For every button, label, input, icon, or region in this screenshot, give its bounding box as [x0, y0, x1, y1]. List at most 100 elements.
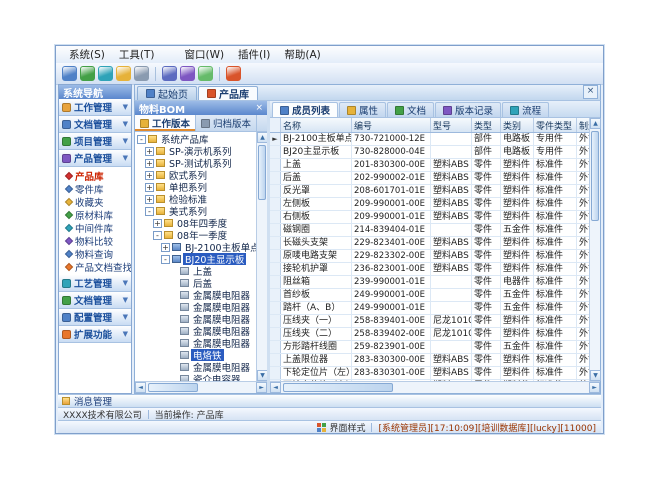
column-header-7[interactable]: 制造方式 — [577, 118, 589, 132]
table-row[interactable]: 反光罩208-601701-01E塑料ABS零件塑料件标准件外协条 — [270, 185, 589, 198]
ui-style-label[interactable]: 界面样式 — [329, 421, 365, 434]
scroll-right-icon[interactable]: ► — [256, 382, 267, 393]
expand-toggle-icon[interactable]: + — [145, 171, 154, 180]
nav-item-raw-material-library[interactable]: 原材料库 — [59, 208, 131, 221]
table-row[interactable]: 长磁头支架229-823401-00E塑料ABS零件塑料件标准件外协条 — [270, 237, 589, 250]
column-header-3[interactable]: 型号 — [431, 118, 472, 132]
tree-node[interactable]: 金属膜电阻器 — [135, 361, 256, 373]
column-header-1[interactable]: 名称 — [281, 118, 352, 132]
nav-section-document-management[interactable]: 文档管理▼ — [59, 116, 131, 133]
help-icon[interactable] — [198, 66, 213, 81]
table-row[interactable]: 压线夹（一）258-839401-00E尼龙1010零件塑料件标准件外协条 — [270, 315, 589, 328]
menu-help[interactable]: 帮助(A) — [277, 46, 327, 63]
tree-vertical-scrollbar[interactable]: ▲ ▼ — [256, 132, 267, 381]
table-row[interactable]: 左侧板209-990001-00E塑料ABS零件塑料件标准件外协条 — [270, 198, 589, 211]
nav-section-process-management[interactable]: 工艺管理▼ — [59, 275, 131, 292]
nav-section-extensions[interactable]: 扩展功能▼ — [59, 326, 131, 343]
search-icon[interactable] — [98, 66, 113, 81]
expand-toggle-icon[interactable]: + — [161, 243, 170, 252]
tab-version-history[interactable]: 版本记录 — [435, 102, 501, 117]
tree-node[interactable]: -BJ20主显示板 — [135, 253, 256, 265]
table-row[interactable]: ►BJ-2100主板单点730-721000-12E部件电路板专用件外协颗 — [270, 133, 589, 146]
collapse-toggle-icon[interactable]: - — [161, 255, 170, 264]
scroll-track[interactable] — [146, 382, 256, 393]
nav-item-product-document-search[interactable]: 产品文档查找 — [59, 260, 131, 273]
tree-node[interactable]: 金属膜电阻器 — [135, 289, 256, 301]
tree-node[interactable]: +BJ-2100主板单点 — [135, 241, 256, 253]
menu-plugins[interactable]: 插件(I) — [231, 46, 277, 63]
table-row[interactable]: 上盖201-830300-00E塑料ABS零件塑料件标准件外协条 — [270, 159, 589, 172]
nav-section-product-management[interactable]: 产品管理▼ — [59, 150, 131, 167]
tree-node[interactable]: 金属膜电阻器 — [135, 325, 256, 337]
exit-icon[interactable] — [226, 66, 241, 81]
table-row[interactable]: 阻丝箱239-990001-01E零件电器件标准件外协条 — [270, 276, 589, 289]
expand-toggle-icon[interactable]: + — [145, 159, 154, 168]
tree-node[interactable]: +检验标准 — [135, 193, 256, 205]
table-row[interactable]: 踏杆（A、B）249-990001-01E零件五金件标准件外协条 — [270, 302, 589, 315]
tree-node[interactable]: 金属膜电阻器 — [135, 313, 256, 325]
close-tab-button[interactable]: × — [583, 85, 598, 99]
table-row[interactable]: 右侧板209-990001-01E塑料ABS零件塑料件标准件外协条 — [270, 211, 589, 224]
scroll-thumb[interactable] — [258, 145, 266, 200]
tree-node[interactable]: -08年一季度 — [135, 229, 256, 241]
tree-node[interactable]: +单把系列 — [135, 181, 256, 193]
home-icon[interactable] — [62, 66, 77, 81]
tree-node[interactable]: +欧式系列 — [135, 169, 256, 181]
expand-toggle-icon[interactable]: + — [145, 195, 154, 204]
nav-section-configuration-management[interactable]: 配置管理▼ — [59, 309, 131, 326]
nav-item-intermediate-library[interactable]: 中间件库 — [59, 221, 131, 234]
tab-workflow[interactable]: 流程 — [502, 102, 549, 117]
tree-node[interactable]: 上盖 — [135, 265, 256, 277]
nav-item-material-query[interactable]: 物料查询 — [59, 247, 131, 260]
expand-toggle-icon[interactable]: + — [145, 183, 154, 192]
scroll-up-icon[interactable]: ▲ — [590, 118, 601, 129]
scroll-track[interactable] — [257, 143, 267, 370]
close-bom-button[interactable]: × — [255, 103, 263, 113]
table-vertical-scrollbar[interactable]: ▲ ▼ — [589, 118, 600, 381]
nav-item-product-library[interactable]: 产品库 — [59, 169, 131, 182]
tab-start-page[interactable]: 起始页 — [137, 86, 197, 100]
tree-node[interactable]: +SP-测试机系列 — [135, 157, 256, 169]
tab-archived-version[interactable]: 归档版本 — [196, 115, 257, 131]
table-row[interactable]: 方形踏杆线圈259-823901-00E零件五金件标准件外协条 — [270, 341, 589, 354]
tab-documents[interactable]: 文档 — [387, 102, 434, 117]
expand-toggle-icon[interactable]: + — [145, 147, 154, 156]
tree-node[interactable]: 金属膜电阻器 — [135, 301, 256, 313]
tree-node[interactable]: +SP-演示机系列 — [135, 145, 256, 157]
column-header-5[interactable]: 类别 — [501, 118, 534, 132]
collapse-toggle-icon[interactable]: - — [137, 135, 146, 144]
scroll-thumb[interactable] — [148, 383, 198, 392]
tree-node[interactable]: 后盖 — [135, 277, 256, 289]
scroll-right-icon[interactable]: ► — [589, 382, 600, 393]
nav-item-parts-library[interactable]: 零件库 — [59, 182, 131, 195]
message-panel-bar[interactable]: 消息管理 — [58, 394, 601, 407]
table-row[interactable]: 下轮定位片（左）283-830301-00E塑料ABS零件塑料件标准件外协条 — [270, 367, 589, 380]
nav-item-favorites[interactable]: 收藏夹 — [59, 195, 131, 208]
settings-icon[interactable] — [134, 66, 149, 81]
scroll-track[interactable] — [281, 382, 589, 393]
tree-horizontal-scrollbar[interactable]: ◄ ► — [135, 381, 267, 393]
nav-section-work-management[interactable]: 工作管理▼ — [59, 99, 131, 116]
table-row[interactable]: 首纱板249-990001-00E零件五金件标准件外协条 — [270, 289, 589, 302]
scroll-track[interactable] — [590, 129, 600, 370]
tree-node[interactable]: -系统产品库 — [135, 133, 256, 145]
table-row[interactable]: 上盖限位器283-830300-00E塑料ABS零件塑料件标准件外协条 — [270, 354, 589, 367]
tree-node[interactable]: 瓷介电容器 — [135, 373, 256, 381]
menu-tools[interactable]: 工具(T) — [112, 46, 162, 63]
column-header-6[interactable]: 零件类型 — [534, 118, 577, 132]
tree-node[interactable]: +08年四季度 — [135, 217, 256, 229]
tree-node[interactable]: 金属膜电阻器 — [135, 337, 256, 349]
tab-properties[interactable]: 属性 — [339, 102, 386, 117]
window-icon[interactable] — [162, 66, 177, 81]
tree-node[interactable]: 电烙铁 — [135, 349, 256, 361]
collapse-toggle-icon[interactable]: - — [145, 207, 154, 216]
tab-member-list[interactable]: 成员列表 — [272, 102, 338, 117]
scroll-left-icon[interactable]: ◄ — [270, 382, 281, 393]
column-header-2[interactable]: 编号 — [352, 118, 431, 132]
column-header-4[interactable]: 类型 — [472, 118, 501, 132]
table-row[interactable]: 磁钢圈214-839404-01E零件五金件标准件外协条 — [270, 224, 589, 237]
menu-system[interactable]: 系统(S) — [62, 46, 112, 63]
scroll-thumb[interactable] — [591, 131, 599, 221]
scroll-thumb[interactable] — [283, 383, 393, 392]
scroll-left-icon[interactable]: ◄ — [135, 382, 146, 393]
